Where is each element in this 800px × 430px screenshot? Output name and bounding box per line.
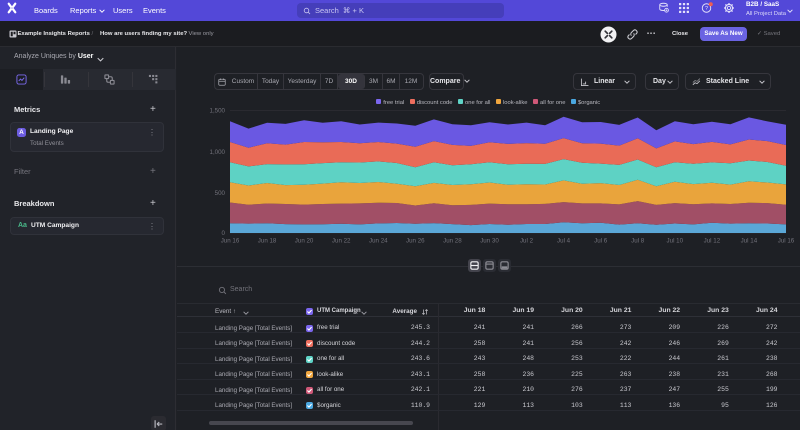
svg-text:Jul 6: Jul 6 — [594, 238, 608, 245]
svg-text:1,000: 1,000 — [210, 149, 226, 156]
svg-text:Jun 18: Jun 18 — [258, 238, 277, 245]
svg-text:Jun 22: Jun 22 — [332, 238, 351, 245]
svg-text:500: 500 — [215, 190, 226, 197]
svg-text:Jul 10: Jul 10 — [667, 238, 684, 245]
svg-text:?: ? — [705, 6, 708, 12]
svg-text:Jul 2: Jul 2 — [520, 238, 534, 245]
svg-text:0: 0 — [222, 230, 226, 237]
svg-text:1,500: 1,500 — [210, 108, 226, 115]
svg-text:Jul 16: Jul 16 — [778, 238, 795, 245]
svg-text:Jun 16: Jun 16 — [221, 238, 240, 245]
svg-text:Jun 20: Jun 20 — [295, 238, 314, 245]
svg-text:Jun 30: Jun 30 — [480, 238, 499, 245]
svg-text:Jul 4: Jul 4 — [557, 238, 571, 245]
svg-text:Jul 12: Jul 12 — [704, 238, 721, 245]
svg-text:Jun 24: Jun 24 — [369, 238, 388, 245]
svg-text:Jul 8: Jul 8 — [631, 238, 645, 245]
svg-text:Jun 28: Jun 28 — [443, 238, 462, 245]
svg-text:Jun 26: Jun 26 — [406, 238, 425, 245]
svg-text:Jul 14: Jul 14 — [741, 238, 758, 245]
